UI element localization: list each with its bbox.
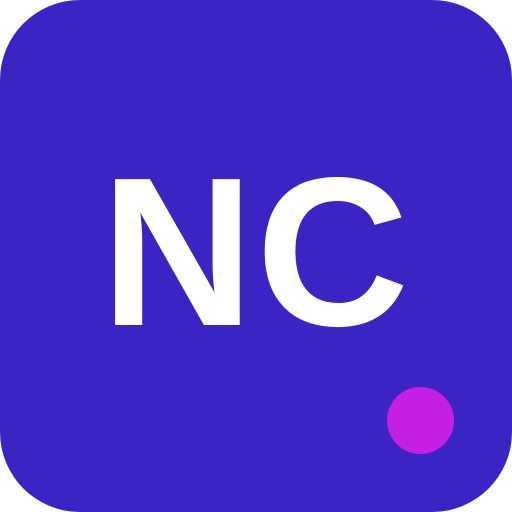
notification-dot-icon (387, 387, 454, 454)
app-icon[interactable]: NC (0, 0, 512, 512)
